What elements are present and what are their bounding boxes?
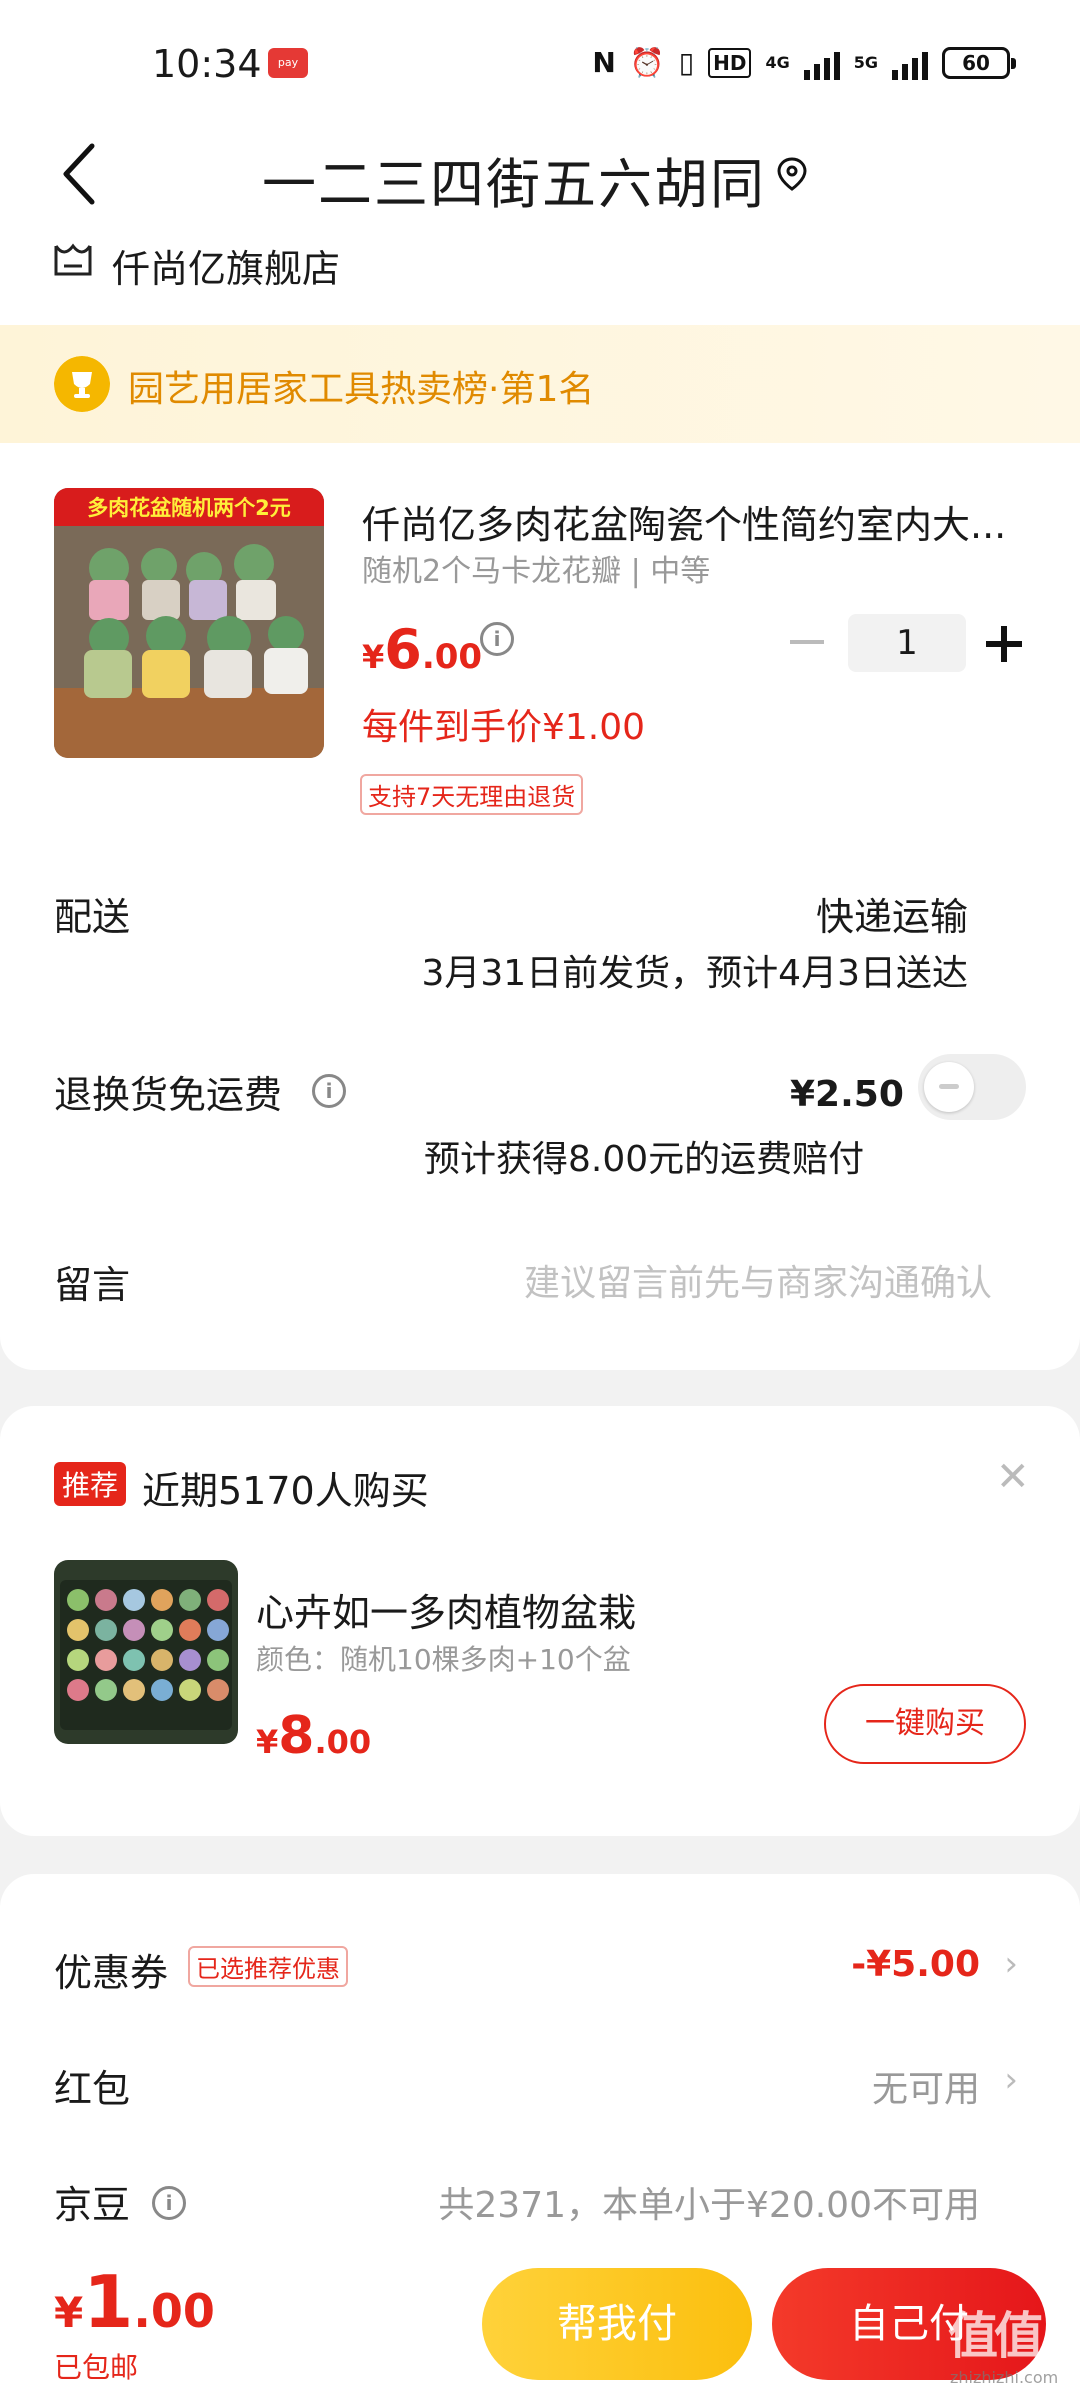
- price-symbol: ¥: [54, 2288, 84, 2337]
- quantity-input[interactable]: 1: [848, 614, 966, 672]
- return-policy-tag: 支持7天无理由退货: [360, 774, 584, 815]
- nfc-icon: N: [592, 46, 616, 79]
- unit-price-text: 每件到手价¥1.00: [362, 707, 646, 748]
- free-shipping-text: 已包邮: [54, 2351, 139, 2384]
- alarm-icon: ⏰: [629, 46, 665, 79]
- status-icons: N ⏰ ▯ HD 4G 5G 60: [592, 46, 1016, 80]
- price-symbol: ¥: [362, 638, 385, 676]
- shipping-mode[interactable]: 快递运输: [816, 886, 968, 941]
- coupon-value[interactable]: -¥5.00: [851, 1944, 980, 1985]
- shop-icon: [54, 243, 92, 276]
- chevron-right-icon[interactable]: ›: [1004, 2060, 1018, 2100]
- location-pin-icon[interactable]: [774, 156, 810, 192]
- message-label: 留言: [54, 1263, 131, 1307]
- return-shipping-note: 预计获得8.00元的运费赔付: [424, 1139, 865, 1180]
- battery-icon: 60: [942, 47, 1016, 79]
- chevron-right-icon[interactable]: ›: [1004, 1944, 1018, 1984]
- price-integer: 8: [278, 1706, 315, 1766]
- price-integer: 1: [83, 2260, 134, 2344]
- trophy-icon: [54, 356, 110, 412]
- price-decimal: .00: [421, 637, 483, 677]
- network-4g-label: 4G: [765, 53, 790, 72]
- product-thumbnail[interactable]: 多肉花盆随机两个2元: [54, 488, 324, 758]
- return-shipping-label: 退换货免运费: [54, 1073, 283, 1117]
- signal-4g-icon: [803, 46, 840, 80]
- recommend-tag: 推荐: [54, 1462, 127, 1506]
- price-symbol: ¥: [256, 1723, 279, 1761]
- price-info-icon[interactable]: i: [480, 622, 514, 656]
- recommend-item-price: ¥8.00: [256, 1706, 371, 1766]
- hd-icon: HD: [708, 48, 752, 78]
- coupon-label: 优惠券: [54, 1951, 169, 1995]
- coupon-tag: 已选推荐优惠: [188, 1946, 348, 1987]
- delivery-address[interactable]: 一二三四街五六胡同: [262, 140, 766, 219]
- order-confirm-page: 10:34 pay N ⏰ ▯ HD 4G 5G 60 一二三四街五六胡同 仟尚…: [0, 0, 1080, 2400]
- return-shipping-toggle[interactable]: [918, 1054, 1026, 1120]
- price-integer: 6: [384, 618, 422, 681]
- price-decimal: .00: [133, 2284, 215, 2338]
- status-bar: 10:34 pay N ⏰ ▯ HD 4G 5G 60: [0, 0, 1080, 120]
- status-time: 10:34: [152, 42, 262, 86]
- recommend-thumbnail[interactable]: [54, 1560, 238, 1744]
- return-shipping-info-icon[interactable]: i: [312, 1074, 346, 1108]
- one-click-buy-button[interactable]: 一键购买: [824, 1684, 1026, 1764]
- pay-app-icon: pay: [268, 48, 308, 78]
- toggle-knob: [924, 1062, 974, 1112]
- recommend-title: 近期5170人购买: [142, 1469, 429, 1513]
- redpacket-value[interactable]: 无可用: [872, 2060, 980, 2112]
- shipping-label: 配送: [54, 895, 131, 939]
- product-spec[interactable]: 随机2个马卡龙花瓣 | 中等: [362, 546, 710, 590]
- product-price: ¥6.00: [362, 618, 482, 681]
- recommend-item-name[interactable]: 心卉如一多肉植物盆栽: [256, 1582, 636, 1637]
- network-5g-label: 5G: [853, 53, 878, 72]
- watermark-url: zhizhizhi.com: [950, 2368, 1059, 2387]
- help-pay-button[interactable]: 帮我付: [482, 2268, 752, 2380]
- message-input[interactable]: 建议留言前先与商家沟通确认: [524, 1254, 992, 1306]
- quantity-minus-button[interactable]: [790, 640, 824, 644]
- product-title[interactable]: 仟尚亿多肉花盆陶瓷个性简约室内大...: [362, 494, 1022, 549]
- signal-5g-icon: [892, 46, 928, 80]
- back-arrow-icon[interactable]: [52, 138, 108, 210]
- jd-bean-value: 共2371，本单小于¥20.00不可用: [438, 2185, 980, 2226]
- jd-bean-label: 京豆: [54, 2183, 131, 2227]
- rank-text: 园艺用居家工具热卖榜·第1名: [128, 369, 595, 410]
- redpacket-label: 红包: [54, 2067, 131, 2111]
- recommend-item-spec: 颜色：随机10棵多肉+10个盆: [256, 1643, 631, 1676]
- quantity-plus-button[interactable]: [986, 624, 1026, 664]
- thumbnail-banner-text: 多肉花盆随机两个2元: [87, 496, 291, 520]
- shipping-date: 3月31日前发货，预计4月3日送达: [421, 953, 968, 994]
- shop-name[interactable]: 仟尚亿旗舰店: [112, 238, 340, 293]
- price-decimal: .00: [314, 1723, 372, 1761]
- jd-bean-info-icon[interactable]: i: [152, 2186, 186, 2220]
- close-icon[interactable]: ✕: [996, 1454, 1030, 1500]
- return-shipping-price: ¥2.50: [790, 1074, 904, 1115]
- total-price: ¥1.00: [54, 2260, 215, 2344]
- vibrate-icon: ▯: [678, 46, 695, 79]
